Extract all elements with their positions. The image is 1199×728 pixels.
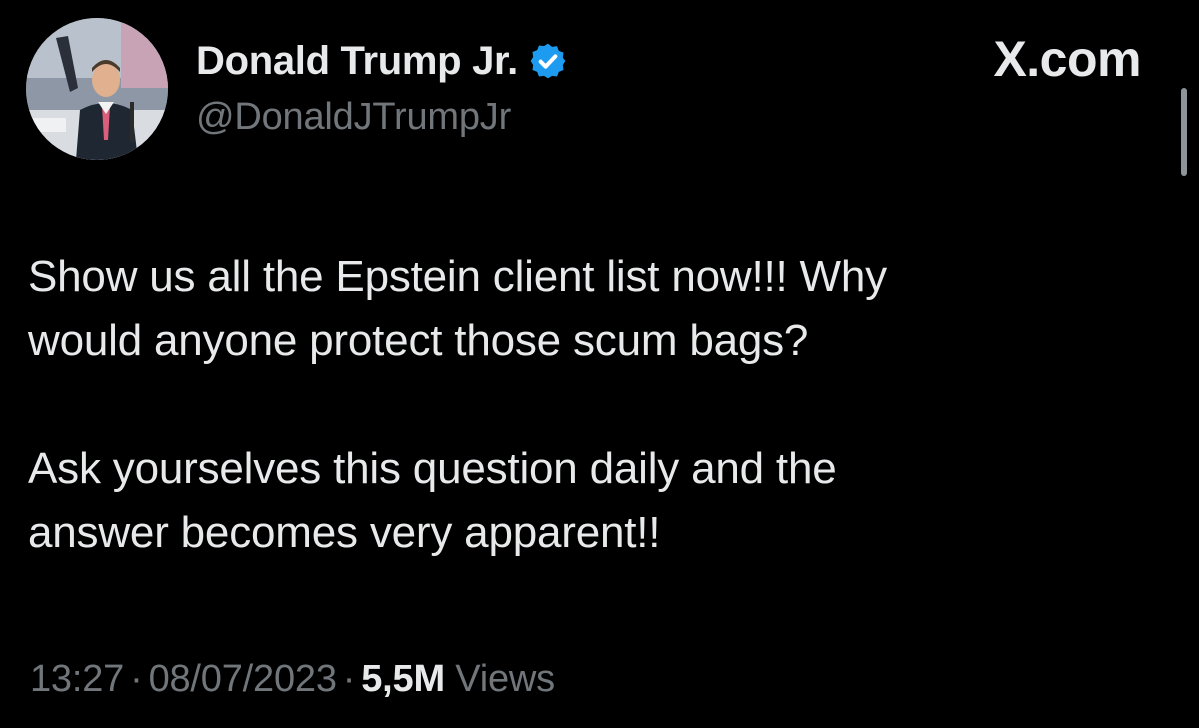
x-brand-logo: X.com: [993, 31, 1141, 87]
tweet-meta: 13:27 · 08/07/2023 · 5,5M Views: [30, 658, 555, 701]
tweet-line: would anyone protect those scum bags?: [28, 316, 809, 365]
scrollbar[interactable]: [1181, 88, 1187, 176]
tweet-line: Show us all the Epstein client list now!…: [28, 252, 887, 301]
avatar-photo: [26, 18, 168, 160]
verified-badge-icon: [528, 41, 568, 81]
author-name-row[interactable]: Donald Trump Jr.: [196, 36, 568, 86]
display-name[interactable]: Donald Trump Jr.: [196, 39, 518, 84]
user-handle[interactable]: @DonaldJTrumpJr: [196, 96, 511, 139]
profile-avatar[interactable]: [26, 18, 168, 160]
views-count[interactable]: 5,5M: [361, 658, 445, 700]
views-label: Views: [455, 658, 555, 700]
tweet-date[interactable]: 08/07/2023: [149, 658, 337, 700]
tweet-text: Show us all the Epstein client list now!…: [28, 245, 1148, 565]
meta-separator: ·: [342, 658, 356, 700]
meta-separator: ·: [130, 658, 143, 700]
tweet-time[interactable]: 13:27: [30, 658, 124, 700]
tweet-line: answer becomes very apparent!!: [28, 508, 661, 557]
tweet-line: Ask yourselves this question daily and t…: [28, 444, 837, 493]
